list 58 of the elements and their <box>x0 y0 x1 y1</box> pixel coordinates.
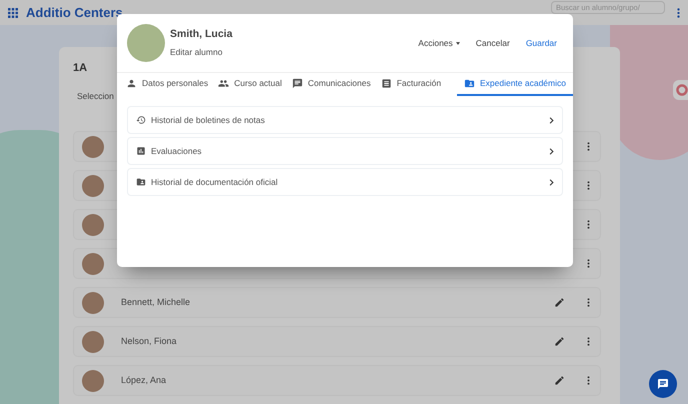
tab[interactable]: Curso actual <box>218 73 282 96</box>
student-name: Smith, Lucia <box>170 27 232 42</box>
chevron-right-icon <box>549 178 554 186</box>
tab[interactable]: Expediente académico <box>456 73 573 96</box>
avatar-placeholder <box>82 292 104 314</box>
caret-icon <box>456 42 460 44</box>
avatar-placeholder <box>82 214 104 236</box>
menu-item[interactable]: Historial de boletines de notas <box>127 106 563 134</box>
avatar-placeholder <box>127 24 165 62</box>
list-icon <box>380 78 392 89</box>
person-icon <box>126 78 137 89</box>
folder-icon <box>136 177 146 187</box>
pencil-icon[interactable] <box>554 297 565 308</box>
tab[interactable]: Comunicaciones <box>292 73 371 96</box>
chat-icon <box>292 78 303 89</box>
menu-item[interactable]: Historial de documentación oficial <box>127 168 563 196</box>
more-vertical-icon[interactable] <box>587 181 590 190</box>
student-name: Bennett, Michelle <box>121 296 190 309</box>
more-vertical-icon[interactable] <box>587 259 590 268</box>
help-tab[interactable] <box>673 80 688 100</box>
student-row[interactable]: López, Ana <box>73 365 601 396</box>
chevron-right-icon <box>549 148 554 154</box>
more-vertical-icon[interactable] <box>587 337 590 346</box>
chevron-right-icon <box>549 116 554 124</box>
student-name: Nelson, Fiona <box>121 334 177 348</box>
app-title: Additio Centers <box>26 4 123 22</box>
pencil-icon[interactable] <box>554 336 565 347</box>
more-vertical-icon[interactable] <box>677 8 680 18</box>
chat-icon <box>657 378 669 390</box>
dialog-subtitle: Editar alumno <box>170 46 224 59</box>
select-label: Seleccion <box>77 91 114 101</box>
folder-icon <box>464 78 475 89</box>
history-icon <box>136 115 146 125</box>
apps-grid-icon[interactable] <box>8 8 18 18</box>
more-vertical-icon[interactable] <box>587 220 590 229</box>
tab[interactable]: Datos personales <box>126 73 208 96</box>
avatar-placeholder <box>82 136 104 158</box>
pencil-icon[interactable] <box>554 375 565 386</box>
bar-chart-icon <box>136 146 146 156</box>
group-title: 1A <box>73 60 88 76</box>
avatar-placeholder <box>82 370 104 392</box>
more-vertical-icon[interactable] <box>587 376 590 385</box>
people-icon <box>218 78 230 89</box>
avatar-placeholder <box>82 330 104 352</box>
actions-menu-button[interactable]: Acciones <box>418 36 460 50</box>
tab[interactable]: Facturación <box>380 73 442 96</box>
student-row[interactable]: Nelson, Fiona <box>73 326 601 357</box>
menu-item[interactable]: Evaluaciones <box>127 137 563 165</box>
more-vertical-icon[interactable] <box>587 142 590 151</box>
avatar-placeholder <box>82 252 104 274</box>
avatar-placeholder <box>82 174 104 196</box>
save-button[interactable]: Guardar <box>526 36 557 50</box>
student-row[interactable]: Bennett, Michelle <box>73 287 601 318</box>
student-name: López, Ana <box>121 374 166 387</box>
chat-button[interactable] <box>649 370 677 398</box>
more-vertical-icon[interactable] <box>587 298 590 307</box>
cancel-button[interactable]: Cancelar <box>476 36 510 50</box>
lifebuoy-icon <box>676 84 688 96</box>
